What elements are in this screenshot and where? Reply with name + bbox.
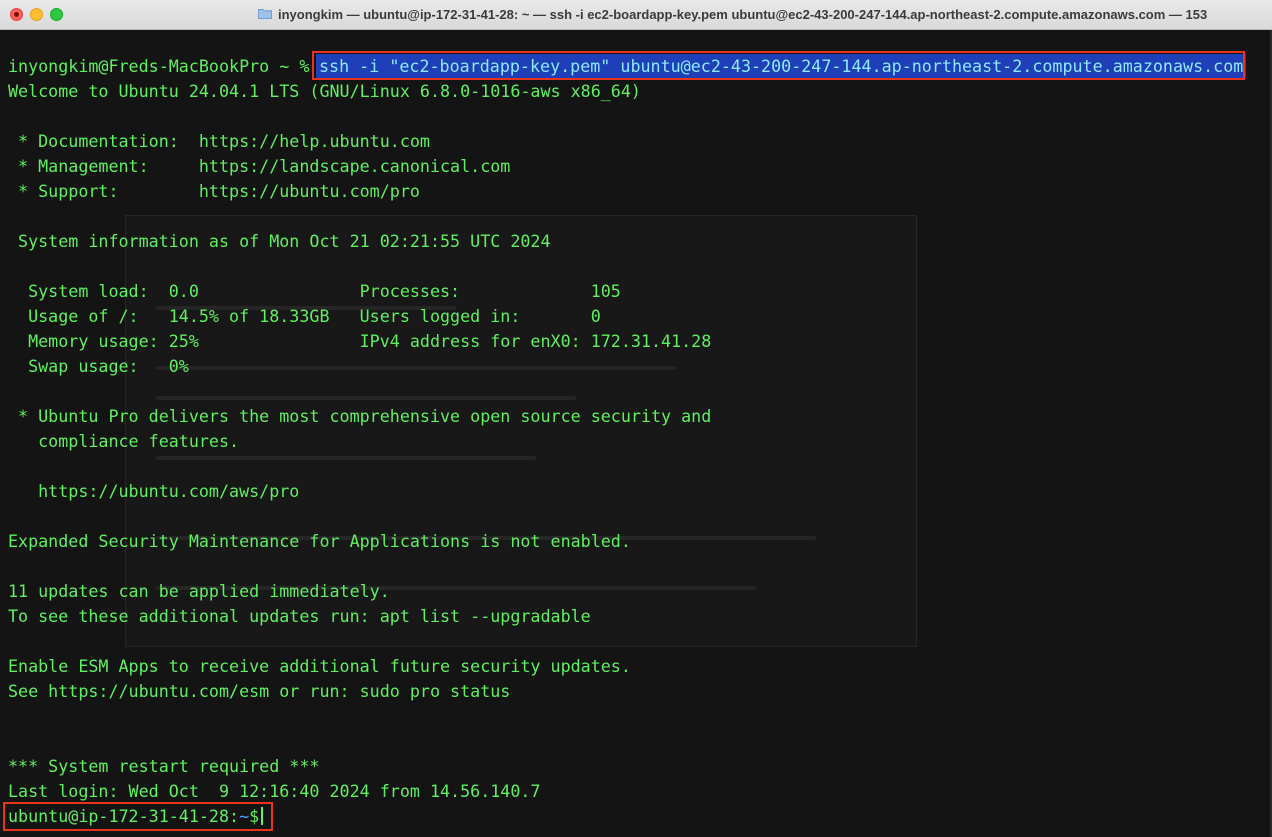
first-prompt: inyongkim@Freds-MacBookPro ~ % (8, 56, 320, 76)
output-line: Usage of /: 14.5% of 18.33GB Users logge… (8, 306, 601, 326)
window-title: inyongkim — ubuntu@ip-172-31-41-28: ~ — … (258, 0, 1207, 30)
output-line: * Ubuntu Pro delivers the most comprehen… (8, 406, 712, 426)
terminal-output[interactable]: inyongkim@Freds-MacBookPro ~ % ssh -i "e… (0, 30, 1272, 837)
folder-icon (258, 0, 272, 30)
output-line: Swap usage: 0% (8, 356, 189, 376)
output-line: Welcome to Ubuntu 24.04.1 LTS (GNU/Linux… (8, 81, 641, 101)
output-line: compliance features. (8, 431, 240, 451)
prompt-highlight-box (3, 802, 273, 831)
zoom-window-button[interactable] (50, 8, 63, 21)
output-line: * Support: https://ubuntu.com/pro (8, 181, 420, 201)
output-line: Memory usage: 25% IPv4 address for enX0:… (8, 331, 712, 351)
output-line: Last login: Wed Oct 9 12:16:40 2024 from… (8, 781, 541, 801)
output-line: * Documentation: https://help.ubuntu.com (8, 131, 430, 151)
output-line: *** System restart required *** (8, 756, 320, 776)
terminal-window: inyongkim — ubuntu@ip-172-31-41-28: ~ — … (0, 0, 1272, 837)
output-line: * Management: https://landscape.canonica… (8, 156, 511, 176)
output-line: https://ubuntu.com/aws/pro (8, 481, 300, 501)
output-line: Expanded Security Maintenance for Applic… (8, 531, 631, 551)
close-window-button[interactable] (10, 8, 23, 21)
output-line: See https://ubuntu.com/esm or run: sudo … (8, 681, 511, 701)
minimize-window-button[interactable] (30, 8, 43, 21)
title-bar[interactable]: inyongkim — ubuntu@ip-172-31-41-28: ~ — … (0, 0, 1272, 30)
command-highlight-box (312, 51, 1245, 80)
output-line: 11 updates can be applied immediately. (8, 581, 390, 601)
output-line: To see these additional updates run: apt… (8, 606, 591, 626)
output-line: System information as of Mon Oct 21 02:2… (8, 231, 551, 251)
window-title-text: inyongkim — ubuntu@ip-172-31-41-28: ~ — … (278, 7, 1208, 22)
output-line: System load: 0.0 Processes: 105 (8, 281, 621, 301)
output-line: Enable ESM Apps to receive additional fu… (8, 656, 631, 676)
